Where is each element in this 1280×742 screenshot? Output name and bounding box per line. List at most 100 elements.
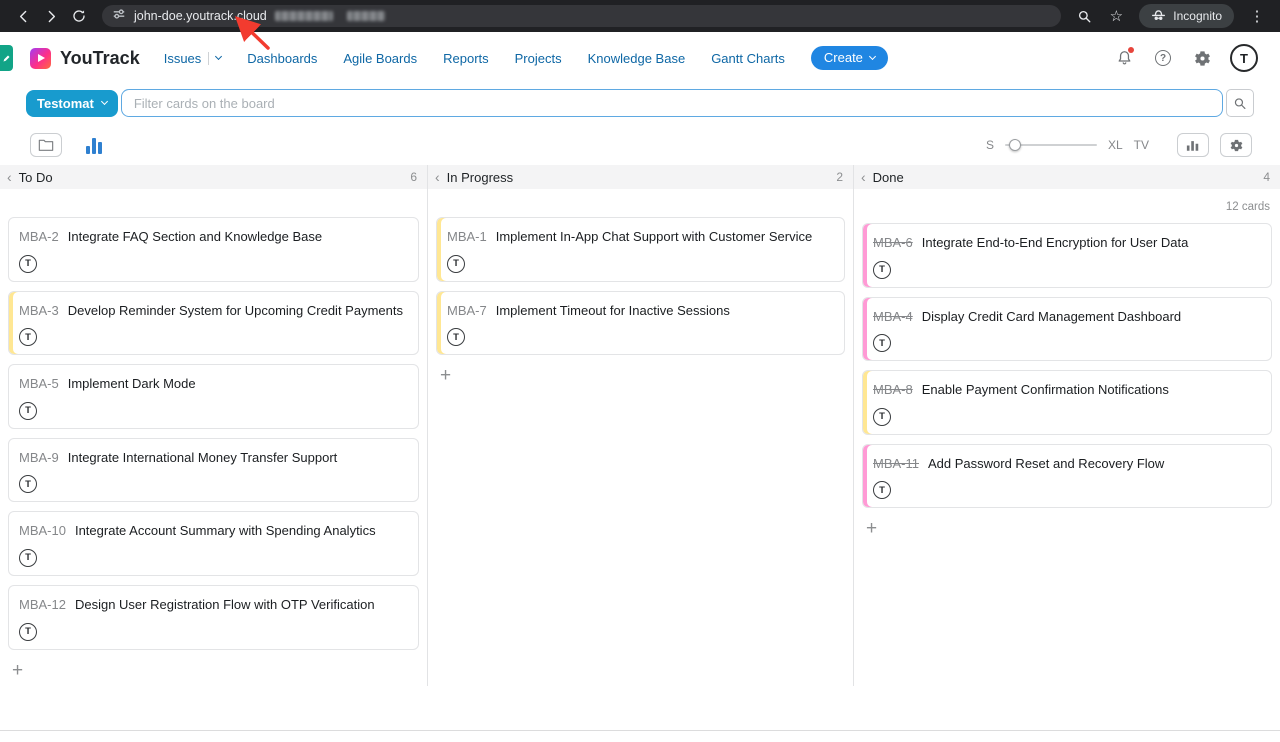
chart-view-toggle-icon[interactable] [86,137,102,154]
redacted-url-segment [275,11,333,21]
issue-id[interactable]: MBA-6 [873,235,913,251]
settings-gear-icon[interactable] [1191,47,1213,69]
issue-card[interactable]: MBA-10Integrate Account Summary with Spe… [8,511,419,576]
board-name: Testomat [37,96,94,111]
card-size-slider-knob[interactable] [1009,139,1021,151]
issue-id[interactable]: MBA-1 [447,229,487,245]
issue-title: Design User Registration Flow with OTP V… [75,597,375,613]
browser-menu-icon[interactable]: ⋮ [1244,3,1270,29]
nav-item-knowledge-base[interactable]: Knowledge Base [588,51,686,66]
brand-name: YouTrack [60,48,140,69]
user-avatar[interactable]: T [1230,44,1258,72]
column-title: In Progress [447,170,513,185]
chevron-down-icon [101,98,108,105]
column-count: 4 [1263,170,1270,184]
nav-item-dashboards[interactable]: Dashboards [247,51,317,66]
card-list: 12 cards MBA-6Integrate End-to-End Encry… [854,189,1280,544]
nav-item-reports[interactable]: Reports [443,51,489,66]
card-size-slider[interactable] [1005,144,1097,146]
issue-id[interactable]: MBA-4 [873,309,913,325]
nav-issues-label[interactable]: Issues [164,51,202,66]
board-chart-button[interactable] [1177,133,1209,157]
collapse-column-icon[interactable]: ‹ [861,170,866,184]
issue-card[interactable]: MBA-3 Develop Reminder System for Upcomin… [8,291,419,356]
issue-id[interactable]: MBA-12 [19,597,66,613]
issue-card[interactable]: MBA-6Integrate End-to-End Encryption for… [862,223,1272,288]
add-card-button[interactable]: + [862,517,882,544]
assignee-avatar: T [19,549,37,567]
search-button[interactable] [1226,89,1254,117]
main-nav: Issues Dashboards Agile Boards Reports P… [164,51,785,66]
notifications-bell-icon[interactable] [1113,47,1135,69]
issue-id[interactable]: MBA-5 [19,376,59,392]
create-label: Create [824,50,863,65]
issue-title: Implement Timeout for Inactive Sessions [496,303,730,319]
bookmark-star-icon[interactable]: ☆ [1103,3,1129,29]
issue-id[interactable]: MBA-7 [447,303,487,319]
assignee-avatar: T [873,334,891,352]
issue-card[interactable]: MBA-1Implement In-App Chat Support with … [436,217,845,282]
issue-id[interactable]: MBA-11 [873,456,919,472]
board-display-controls: S XL TV [986,133,1252,157]
card-list: MBA-1Implement In-App Chat Support with … [428,189,853,391]
issue-card[interactable]: MBA-9 Integrate International Money Trans… [8,438,419,503]
board-select-button[interactable]: Testomat [26,90,118,117]
redacted-url-segment [347,11,385,21]
collapse-column-icon[interactable]: ‹ [435,170,440,184]
add-card-button[interactable]: + [8,659,28,686]
issue-card[interactable]: MBA-12 Design User Registration Flow with… [8,585,419,650]
issue-title: Display Credit Card Management Dashboard [922,309,1181,325]
browser-chrome: john-doe.youtrack.cloud ☆ Incognito ⋮ [0,0,1280,32]
folder-icon [38,138,54,152]
view-toolbar: S XL TV [30,133,1252,157]
youtrack-logo-icon[interactable] [30,48,51,69]
help-icon[interactable]: ? [1152,47,1174,69]
create-button[interactable]: Create [811,46,888,70]
tv-mode-toggle[interactable]: TV [1134,138,1149,152]
column-title: To Do [19,170,53,185]
issue-id[interactable]: MBA-2 [19,229,59,245]
issue-id[interactable]: MBA-9 [19,450,59,466]
back-button[interactable] [10,3,36,29]
issue-card[interactable]: MBA-8Enable Payment Confirmation Notific… [862,370,1272,435]
nav-item-gantt-charts[interactable]: Gantt Charts [711,51,785,66]
site-settings-icon[interactable] [112,7,126,26]
brand[interactable]: YouTrack [30,48,140,69]
assignee-avatar: T [447,328,465,346]
issue-title: Develop Reminder System for Upcoming Cre… [68,303,403,319]
column-header: ‹ In Progress 2 [428,165,853,189]
nav-item-projects[interactable]: Projects [515,51,562,66]
forward-button[interactable] [38,3,64,29]
add-card-button[interactable]: + [436,364,456,391]
filter-input[interactable] [132,95,1212,112]
assignee-avatar: T [873,261,891,279]
backlog-folder-button[interactable] [30,133,62,157]
issue-card[interactable]: MBA-5Implement Dark Mode T [8,364,419,429]
url-text[interactable]: john-doe.youtrack.cloud [134,9,267,23]
assignee-avatar: T [19,328,37,346]
agile-board: ‹ To Do 6 MBA-2Integrate FAQ Section and… [0,165,1280,686]
sidebar-toggle[interactable] [0,45,13,71]
reload-button[interactable] [66,3,92,29]
nav-item-agile-boards[interactable]: Agile Boards [343,51,417,66]
issue-id[interactable]: MBA-3 [19,303,59,319]
gear-icon [1229,138,1244,153]
chevron-down-icon[interactable] [215,53,222,60]
board-filter-row: Testomat [26,89,1254,117]
nav-divider [208,52,209,65]
url-bar[interactable]: john-doe.youtrack.cloud [102,5,1061,27]
issue-card[interactable]: MBA-7 Implement Timeout for Inactive Sess… [436,291,845,356]
board-settings-button[interactable] [1220,133,1252,157]
collapse-column-icon[interactable]: ‹ [7,170,12,184]
nav-item-issues[interactable]: Issues [164,51,222,66]
issue-title: Implement Dark Mode [68,376,196,392]
search-icon [1233,96,1247,111]
issue-card[interactable]: MBA-2Integrate FAQ Section and Knowledge… [8,217,419,282]
notification-dot [1128,47,1134,53]
issue-card[interactable]: MBA-4 Display Credit Card Management Dash… [862,297,1272,362]
issue-title: Integrate International Money Transfer S… [68,450,338,466]
issue-id[interactable]: MBA-10 [19,523,66,539]
zoom-icon[interactable] [1071,3,1097,29]
issue-card[interactable]: MBA-11Add Password Reset and Recovery Fl… [862,444,1272,509]
issue-id[interactable]: MBA-8 [873,382,913,398]
